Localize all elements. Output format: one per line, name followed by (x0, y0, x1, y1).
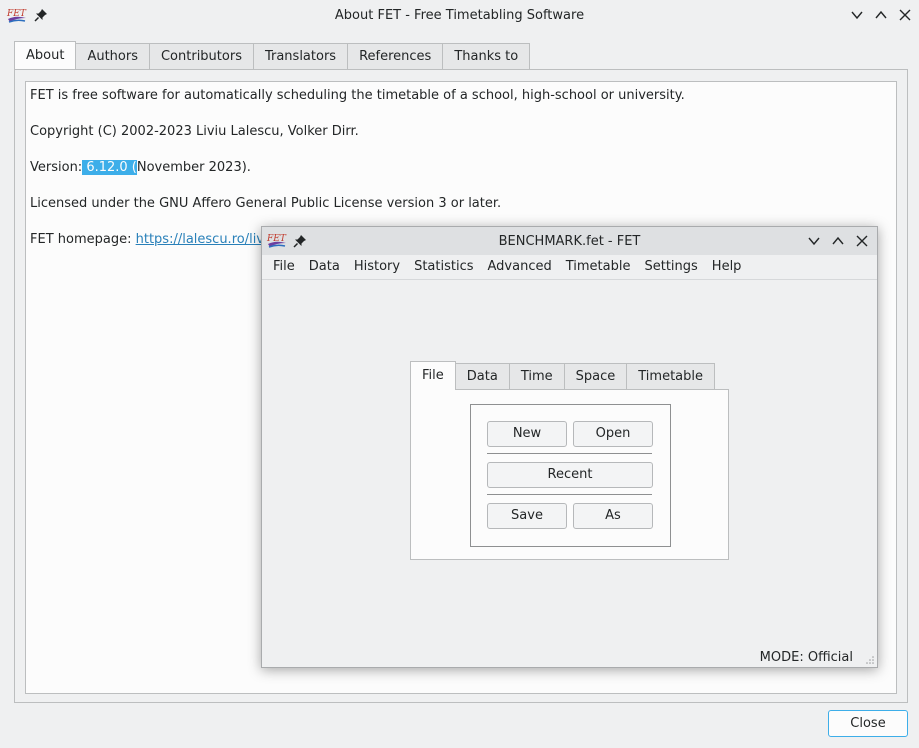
tab-references[interactable]: References (347, 43, 444, 69)
tab-about[interactable]: About (14, 41, 77, 69)
file-tab-panel: New Open Recent Save As (410, 389, 729, 560)
mode-status: MODE: Official (759, 650, 853, 665)
license-text: Licensed under the GNU Affero General Pu… (30, 196, 502, 211)
minimize-icon[interactable] (850, 8, 864, 22)
close-window-icon[interactable] (855, 234, 869, 248)
version-prefix: Version: (30, 160, 83, 175)
save-button[interactable]: Save (487, 503, 567, 529)
version-suffix: November 2023). (136, 160, 251, 175)
recent-button[interactable]: Recent (487, 462, 653, 488)
tab-file[interactable]: File (410, 361, 456, 390)
separator (487, 494, 652, 495)
tab-translators[interactable]: Translators (252, 43, 349, 69)
menu-help[interactable]: Help (705, 255, 749, 279)
tab-data[interactable]: Data (454, 363, 510, 389)
fet-main-window: FET BENCHMARK.fet - FET File Data Histor… (261, 226, 878, 668)
homepage-prefix: FET homepage: (30, 232, 136, 247)
description-text: FET is free software for automatically s… (30, 88, 685, 103)
close-button[interactable]: Close (828, 710, 908, 737)
minimize-icon[interactable] (807, 234, 821, 248)
separator (487, 453, 652, 454)
save-as-button[interactable]: As (573, 503, 653, 529)
tab-authors[interactable]: Authors (75, 43, 150, 69)
copyright-text: Copyright (C) 2002-2023 Liviu Lalescu, V… (30, 124, 359, 139)
menu-statistics[interactable]: Statistics (407, 255, 480, 279)
window-title: About FET - Free Timetabling Software (334, 8, 585, 23)
tab-thanks-to[interactable]: Thanks to (442, 43, 531, 69)
menu-timetable[interactable]: Timetable (559, 255, 638, 279)
menu-data[interactable]: Data (302, 255, 347, 279)
resize-grip-icon[interactable] (865, 655, 875, 665)
about-tabs: About Authors Contributors Translators R… (14, 41, 531, 70)
tab-timetable[interactable]: Timetable (626, 363, 716, 389)
menu-file[interactable]: File (266, 255, 302, 279)
child-window-title: BENCHMARK.fet - FET (498, 234, 641, 249)
maximize-icon[interactable] (831, 234, 845, 248)
menu-advanced[interactable]: Advanced (481, 255, 559, 279)
close-window-icon[interactable] (898, 8, 912, 22)
menu-settings[interactable]: Settings (637, 255, 704, 279)
tab-space[interactable]: Space (563, 363, 628, 389)
menu-history[interactable]: History (347, 255, 407, 279)
homepage-link[interactable]: https://lalescu.ro/liviu/ (136, 232, 281, 247)
file-actions-frame: New Open Recent Save As (470, 404, 671, 547)
menu-bar: File Data History Statistics Advanced Ti… (262, 255, 877, 280)
main-tabs: File Data Time Space Timetable (410, 361, 716, 390)
title-bar: FET About FET - Free Timetabling Softwar… (0, 0, 919, 32)
tab-contributors[interactable]: Contributors (148, 43, 254, 69)
maximize-icon[interactable] (874, 8, 888, 22)
tab-time[interactable]: Time (508, 363, 565, 389)
homepage-line: FET homepage: https://lalescu.ro/liviu/ (30, 232, 280, 247)
version-line: Version: 6.12.0 (November 2023). (30, 160, 251, 175)
new-button[interactable]: New (487, 421, 567, 447)
child-title-bar: FET BENCHMARK.fet - FET (262, 227, 877, 255)
open-button[interactable]: Open (573, 421, 653, 447)
selected-version-text: 6.12.0 ( (82, 160, 137, 175)
